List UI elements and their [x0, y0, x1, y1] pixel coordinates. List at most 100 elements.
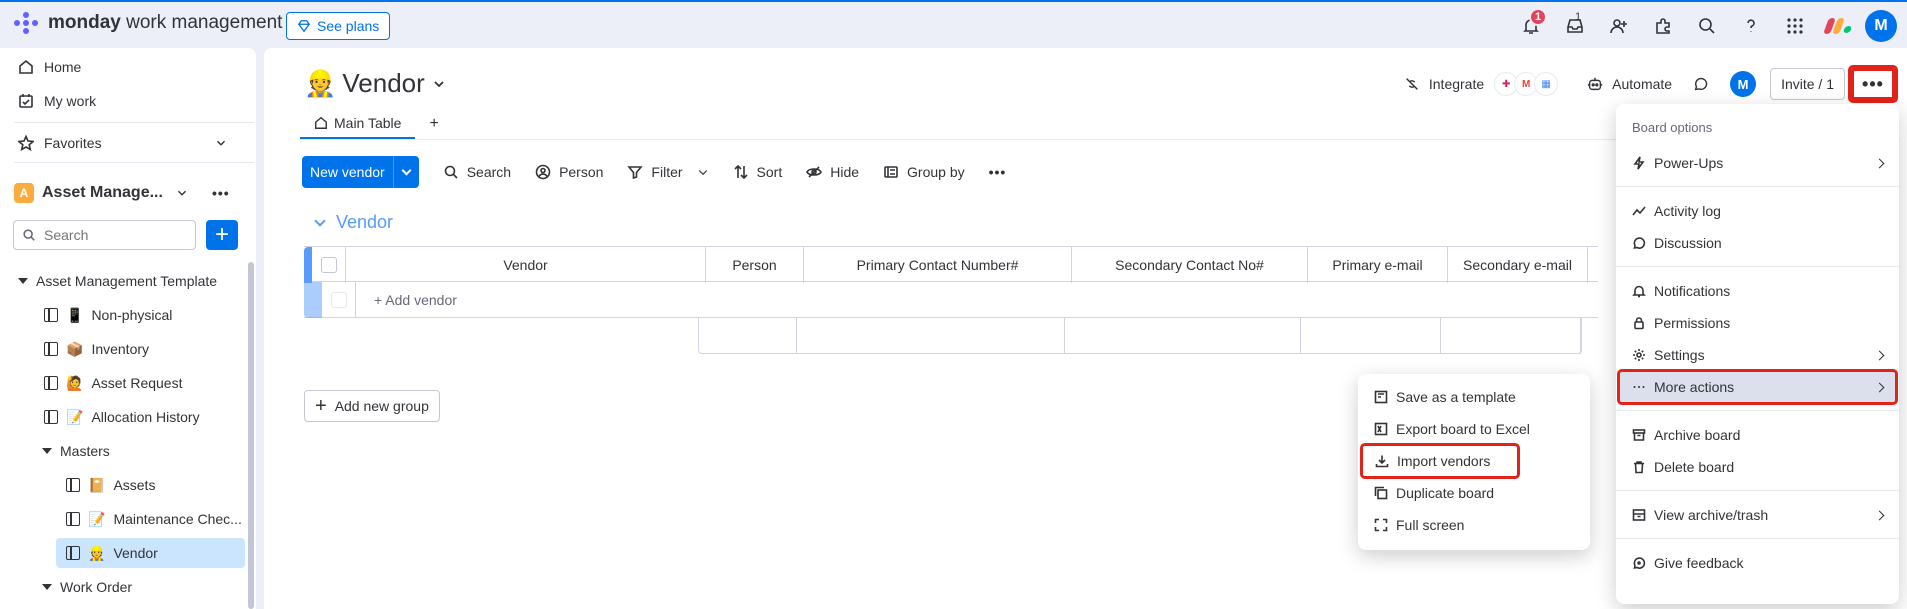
menu-item-archive-board[interactable]: Archive board: [1620, 420, 1895, 450]
menu-item-delete-board[interactable]: Delete board: [1620, 452, 1895, 482]
user-avatar[interactable]: M: [1865, 10, 1897, 42]
group-by-button[interactable]: Group by: [871, 156, 977, 188]
menu-item-full-screen[interactable]: Full screen: [1362, 510, 1586, 540]
filter-button[interactable]: Filter: [615, 156, 720, 188]
board-maintenance-checklist[interactable]: 📝 Maintenance Chec...: [66, 504, 242, 534]
plus-icon: +: [315, 395, 327, 417]
sort-icon: [733, 164, 748, 180]
monday-logo[interactable]: monday work management: [14, 12, 282, 34]
chevron-down-icon: [434, 80, 444, 87]
board-inventory[interactable]: 📦 Inventory: [44, 334, 149, 364]
sidebar-item-home[interactable]: Home: [0, 52, 256, 82]
group-by-icon: [884, 166, 898, 178]
add-person-icon: [1610, 19, 1627, 34]
column-header-secondary-email[interactable]: Secondary e-mail: [1448, 247, 1588, 283]
sidebar-item-my-work[interactable]: My work: [0, 86, 256, 116]
new-item-button[interactable]: New vendor: [302, 156, 419, 188]
menu-item-import[interactable]: Import vendors: [1360, 443, 1520, 479]
board-icon: [44, 376, 58, 390]
menu-item-duplicate-board[interactable]: Duplicate board: [1362, 478, 1586, 508]
sidebar-search[interactable]: [13, 220, 196, 250]
caret-down-icon: [18, 278, 28, 284]
board-asset-request[interactable]: 🙋 Asset Request: [44, 368, 183, 398]
updates-button[interactable]: [1686, 75, 1716, 93]
board-table: Vendor Person Primary Contact Number# Se…: [304, 246, 1598, 318]
column-header-primary-email[interactable]: Primary e-mail: [1308, 247, 1448, 283]
search-everything-button[interactable]: [1685, 10, 1729, 42]
top-bar: monday work management See plans 1 1 M: [0, 0, 1907, 48]
hide-button[interactable]: Hide: [794, 156, 871, 188]
apps-button[interactable]: [1641, 10, 1685, 42]
column-header-person[interactable]: Person: [706, 247, 804, 283]
board-non-physical[interactable]: 📱 Non-physical: [44, 300, 172, 330]
integrate-icon: [1405, 78, 1418, 90]
sidebar-divider: [14, 162, 254, 163]
column-header-vendor[interactable]: Vendor: [346, 247, 706, 283]
board-owner-avatar[interactable]: M: [1730, 71, 1757, 97]
menu-item-permissions[interactable]: Permissions: [1620, 308, 1895, 338]
invite-button[interactable]: Invite / 1: [1770, 68, 1845, 100]
add-item-input[interactable]: + Add vendor: [356, 282, 1598, 318]
chevron-right-icon: [1874, 350, 1885, 360]
add-new-group-button[interactable]: + Add new group: [304, 390, 440, 422]
checkbox[interactable]: [320, 257, 337, 273]
workspace-more-icon[interactable]: •••: [212, 185, 230, 201]
person-filter-button[interactable]: Person: [523, 156, 615, 188]
column-header-secondary-contact[interactable]: Secondary Contact No#: [1072, 247, 1308, 283]
board-icon: [44, 308, 58, 322]
summary-cell: [1301, 318, 1441, 354]
sort-button[interactable]: Sort: [721, 156, 795, 188]
board-allocation-history[interactable]: 📝 Allocation History: [44, 402, 200, 432]
new-item-dropdown[interactable]: [392, 156, 419, 188]
menu-item-notifications[interactable]: Notifications: [1620, 276, 1895, 306]
workspace-selector[interactable]: A Asset Manage... •••: [14, 178, 254, 208]
notifications-button[interactable]: 1: [1509, 8, 1553, 42]
toolbar-more-button[interactable]: •••: [977, 156, 1019, 188]
menu-item-discussion[interactable]: Discussion: [1620, 228, 1895, 258]
board-options-menu: Board options Power-Ups Activity log Dis…: [1616, 104, 1899, 604]
group-header[interactable]: Vendor: [314, 212, 393, 233]
menu-item-give-feedback[interactable]: Give feedback: [1620, 548, 1895, 578]
folder-asset-management-template[interactable]: Asset Management Template: [18, 266, 217, 296]
inbox-button[interactable]: 1: [1553, 10, 1597, 42]
summary-cell: [797, 318, 1065, 354]
invite-members-button[interactable]: [1597, 10, 1641, 42]
folder-work-order[interactable]: Work Order: [42, 572, 132, 602]
menu-item-export-excel[interactable]: Export board to Excel: [1362, 414, 1586, 444]
help-button[interactable]: [1729, 10, 1773, 42]
select-all-cell[interactable]: [312, 247, 346, 283]
menu-item-more-actions[interactable]: More actions: [1617, 369, 1898, 405]
monday-products-logo[interactable]: [1817, 10, 1861, 42]
search-button[interactable]: Search: [431, 156, 523, 188]
notifications-badge: 1: [1529, 8, 1547, 26]
feedback-icon: [1633, 557, 1646, 570]
chat-icon: [1633, 237, 1646, 250]
template-icon: [1374, 390, 1388, 404]
see-plans-button[interactable]: See plans: [286, 12, 391, 40]
automate-button[interactable]: Automate: [1572, 75, 1686, 93]
duplicate-icon: [1374, 486, 1388, 500]
add-item-button[interactable]: +: [206, 220, 238, 250]
menu-item-power-ups[interactable]: Power-Ups: [1620, 148, 1895, 178]
menu-item-activity-log[interactable]: Activity log: [1620, 196, 1895, 226]
summary-cell: [699, 318, 797, 354]
tab-main-table[interactable]: Main Table: [300, 109, 416, 139]
products-switcher-button[interactable]: [1773, 10, 1817, 42]
folder-masters[interactable]: Masters: [42, 436, 110, 466]
menu-item-view-archive[interactable]: View archive/trash: [1620, 500, 1895, 530]
menu-item-save-template[interactable]: Save as a template: [1362, 382, 1586, 412]
home-icon: [19, 59, 33, 74]
board-vendor[interactable]: 👷 Vendor: [56, 538, 245, 568]
add-view-button[interactable]: +: [415, 109, 452, 139]
sidebar-search-input[interactable]: [44, 227, 184, 243]
board-assets[interactable]: 📔 Assets: [66, 470, 155, 500]
robot-icon: [1587, 77, 1603, 91]
column-header-primary-contact[interactable]: Primary Contact Number#: [804, 247, 1072, 283]
board-title[interactable]: 👷 Vendor: [304, 68, 447, 99]
integrate-button[interactable]: Integrate ✚ M ▦: [1389, 72, 1572, 96]
sidebar-item-favorites[interactable]: Favorites: [0, 128, 256, 158]
board-options-button[interactable]: •••: [1848, 65, 1898, 103]
sidebar-scrollbar[interactable]: [248, 262, 254, 609]
menu-item-settings[interactable]: Settings: [1620, 340, 1895, 370]
table-header-row: Vendor Person Primary Contact Number# Se…: [304, 246, 1598, 283]
